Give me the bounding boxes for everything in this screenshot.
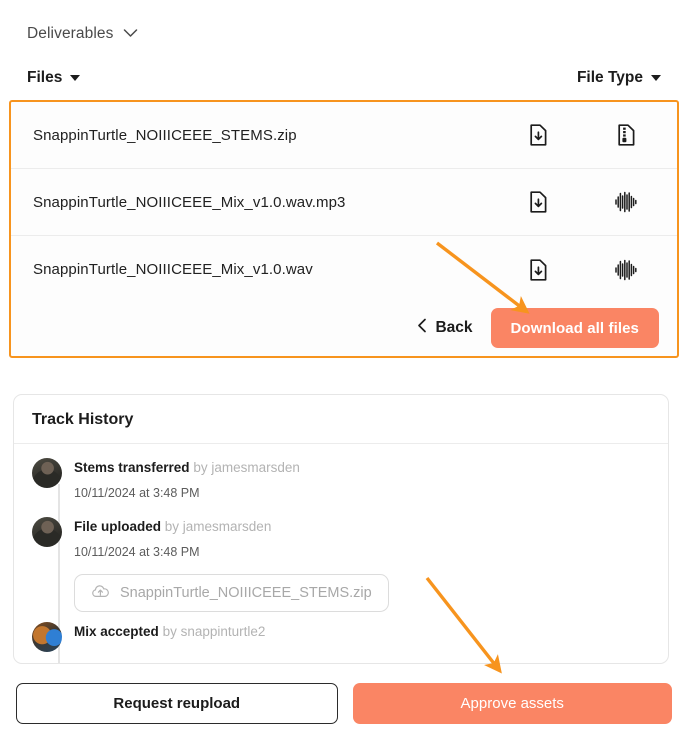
table-row[interactable]: SnappinTurtle_NOIIICEEE_STEMS.zip [11, 102, 677, 169]
track-history-title: Track History [14, 395, 668, 444]
files-column-label: Files [27, 69, 63, 86]
history-author: by jamesmarsden [164, 519, 272, 534]
bottom-action-bar: Request reupload Approve assets [0, 667, 688, 739]
triangle-down-icon [651, 75, 661, 81]
cloud-upload-icon [91, 584, 110, 603]
audio-waveform-icon[interactable] [599, 259, 653, 281]
files-panel-footer: Back Download all files [11, 300, 677, 356]
list-item: Mix accepted by snappinturtle2 [14, 622, 668, 652]
history-action: Mix accepted [74, 624, 159, 639]
back-button[interactable]: Back [417, 318, 473, 338]
file-type-column-header[interactable]: File Type [577, 69, 661, 87]
file-download-icon[interactable] [511, 124, 565, 146]
history-author: by jamesmarsden [193, 460, 300, 475]
deliverables-screen: Deliverables Files File Type SnappinTurt… [0, 0, 688, 739]
table-row[interactable]: SnappinTurtle_NOIIICEEE_Mix_v1.0.wav [11, 236, 677, 303]
list-item: File uploaded by jamesmarsden 10/11/2024… [14, 517, 668, 616]
triangle-down-icon [70, 75, 81, 81]
chevron-left-icon [417, 318, 427, 338]
track-history-card: Track History Stems transferred by james… [13, 394, 669, 664]
history-action: Stems transferred [74, 460, 190, 475]
file-download-icon[interactable] [511, 191, 565, 213]
chevron-down-icon [123, 25, 138, 43]
avatar [32, 517, 62, 547]
attachment-filename: SnappinTurtle_NOIIICEEE_STEMS.zip [120, 585, 372, 601]
history-action: File uploaded [74, 519, 162, 534]
files-panel: SnappinTurtle_NOIIICEEE_STEMS.zip Snappi… [9, 100, 679, 358]
file-name: SnappinTurtle_NOIIICEEE_Mix_v1.0.wav.mp3 [33, 193, 346, 211]
attachment-chip[interactable]: SnappinTurtle_NOIIICEEE_STEMS.zip [74, 574, 389, 612]
track-history-list: Stems transferred by jamesmarsden 10/11/… [14, 444, 668, 663]
files-column-header[interactable]: Files [27, 69, 81, 87]
deliverables-dropdown[interactable]: Deliverables [27, 25, 138, 43]
avatar [32, 622, 62, 652]
request-reupload-button[interactable]: Request reupload [16, 682, 338, 724]
list-item: Stems transferred by jamesmarsden 10/11/… [14, 458, 668, 501]
table-row[interactable]: SnappinTurtle_NOIIICEEE_Mix_v1.0.wav.mp3 [11, 169, 677, 236]
history-timestamp: 10/11/2024 at 3:48 PM [74, 486, 200, 500]
history-author: by snappinturtle2 [162, 624, 266, 639]
file-name: SnappinTurtle_NOIIICEEE_Mix_v1.0.wav [33, 261, 313, 278]
back-button-label: Back [435, 319, 473, 336]
file-download-icon[interactable] [511, 258, 565, 281]
file-type-column-label: File Type [576, 69, 643, 86]
audio-waveform-icon[interactable] [599, 191, 653, 213]
history-timestamp: 10/11/2024 at 3:48 PM [74, 545, 200, 559]
archive-file-icon[interactable] [599, 124, 653, 146]
approve-assets-button[interactable]: Approve assets [352, 682, 672, 724]
file-name: SnappinTurtle_NOIIICEEE_STEMS.zip [33, 126, 297, 144]
deliverables-label: Deliverables [27, 25, 114, 42]
avatar [32, 458, 62, 488]
download-all-files-button[interactable]: Download all files [490, 308, 659, 348]
